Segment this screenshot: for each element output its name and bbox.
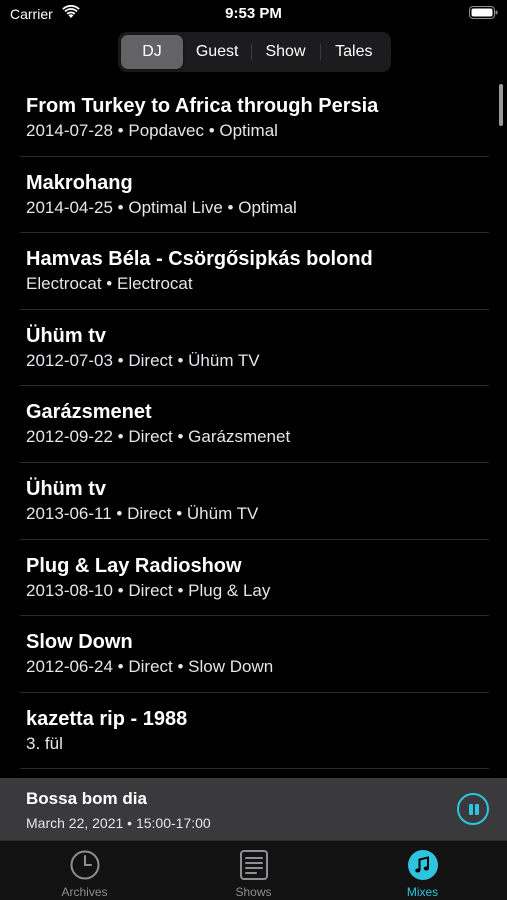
mix-subtitle: 2014-07-28 • Popdavec • Optimal	[26, 121, 278, 140]
mix-subtitle: 2012-09-22 • Direct • Garázsmenet	[26, 427, 291, 447]
mix-title: Ühüm tv	[26, 477, 106, 500]
mix-subtitle: 2014-04-25 • Optimal Live • Optimal	[26, 197, 297, 217]
list-item[interactable]: Garázsmenet 2012-09-22 • Direct • Garázs…	[0, 386, 507, 463]
list-item[interactable]: Ühüm tv 2012-07-03 • Direct • Ühüm TV	[0, 310, 507, 387]
tab-label: Shows	[235, 885, 272, 899]
mix-title: From Turkey to Africa through Persia	[26, 95, 379, 117]
mixes-list[interactable]: From Turkey to Africa through Persia 201…	[0, 80, 507, 778]
segment-tales[interactable]: Tales	[319, 35, 388, 69]
tab-bar: Archives Shows Mixes	[0, 840, 507, 900]
segment-guest[interactable]: Guest	[183, 35, 251, 69]
now-playing-title: Bossa bom dia	[26, 789, 147, 808]
screen: Carrier 9:53 PM DJ Guest Show Tales From…	[0, 0, 507, 900]
pause-icon	[469, 804, 473, 815]
status-bar: Carrier 9:53 PM	[0, 0, 507, 28]
tab-mixes[interactable]: Mixes	[338, 841, 507, 900]
tab-label: Archives	[61, 885, 108, 899]
document-icon	[239, 850, 268, 880]
mix-subtitle: 2013-08-10 • Direct • Plug & Lay	[26, 580, 271, 600]
list-item[interactable]: Plug & Lay Radioshow 2013-08-10 • Direct…	[0, 540, 507, 617]
list-item[interactable]: kazetta rip - 1988 3. fül	[0, 693, 507, 770]
list-item[interactable]: Hamvas Béla - Csörgősipkás bolond Electr…	[0, 233, 507, 310]
mix-subtitle: 3. fül	[26, 733, 63, 753]
mix-title: Plug & Lay Radioshow	[26, 554, 242, 577]
tab-shows[interactable]: Shows	[169, 841, 338, 900]
mix-title: kazetta rip - 1988	[26, 707, 188, 730]
now-playing-time: March 22, 2021 • 15:00-17:00	[26, 815, 211, 831]
mix-title: Hamvas Béla - Csörgősipkás bolond	[26, 248, 373, 271]
tab-archives[interactable]: Archives	[0, 841, 169, 900]
row-divider	[20, 768, 489, 770]
mix-title: Ühüm tv	[26, 324, 106, 347]
mix-subtitle: 2013-06-11 • Direct • Ühüm TV	[26, 503, 259, 523]
mix-subtitle: 2012-06-24 • Direct • Slow Down	[26, 657, 274, 677]
tab-label: Mixes	[406, 885, 439, 899]
music-note-icon	[407, 850, 438, 880]
mix-subtitle: Electrocat • Electrocat	[26, 274, 193, 294]
list-item[interactable]: Makrohang 2014-04-25 • Optimal Live • Op…	[0, 157, 507, 234]
mix-subtitle: 2012-07-03 • Direct • Ühüm TV	[26, 350, 260, 370]
mix-title: Slow Down	[26, 631, 133, 654]
scroll-indicator[interactable]	[499, 84, 503, 126]
category-segmented-control: DJ Guest Show Tales	[118, 32, 391, 72]
now-playing-bar[interactable]: Bossa bom dia March 22, 2021 • 15:00-17:…	[0, 778, 507, 840]
status-time: 9:53 PM	[225, 5, 282, 22]
pause-button[interactable]	[457, 793, 489, 825]
list-item[interactable]: From Turkey to Africa through Persia 201…	[0, 80, 507, 157]
battery-icon	[469, 6, 498, 19]
list-item[interactable]: Slow Down 2012-06-24 • Direct • Slow Dow…	[0, 616, 507, 693]
segment-show[interactable]: Show	[251, 35, 319, 69]
list-item[interactable]: Ühüm tv 2013-06-11 • Direct • Ühüm TV	[0, 463, 507, 540]
segment-dj[interactable]: DJ	[121, 35, 183, 69]
mix-title: Makrohang	[26, 171, 133, 194]
mix-title: Garázsmenet	[26, 401, 152, 424]
clock-icon	[70, 850, 99, 880]
